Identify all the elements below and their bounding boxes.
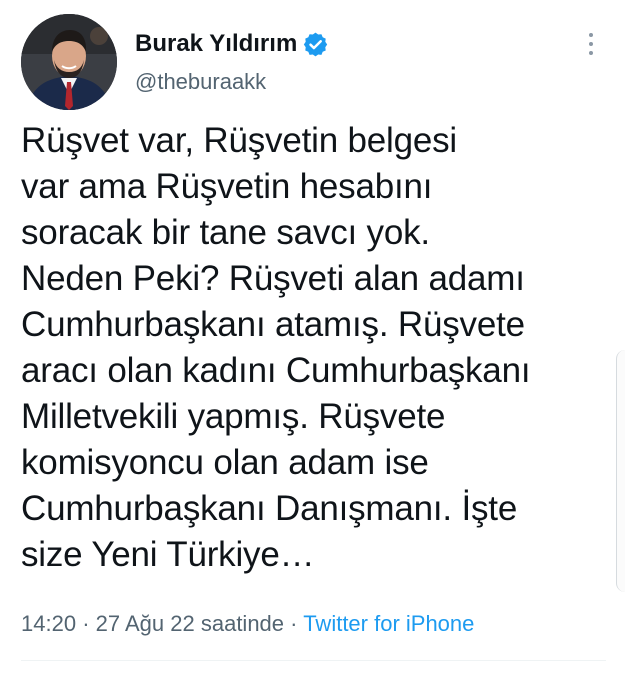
more-vertical-icon	[589, 33, 593, 37]
avatar[interactable]	[21, 14, 117, 110]
author-name-row: Burak Yıldırım	[135, 30, 328, 58]
tweet-metadata: 14:20 · 27 Ağu 22 saatinde · Twitter for…	[21, 610, 474, 638]
divider	[21, 660, 606, 661]
author-handle[interactable]: @theburaakk	[135, 69, 266, 95]
tweet-date[interactable]: 27 Ağu 22 saatinde	[96, 611, 284, 636]
meta-separator: ·	[82, 611, 96, 636]
tweet-text-line: Cumhurbaşkanı Danışmanı. İşte	[21, 489, 518, 528]
tweet-text-line: Rüşvet var, Rüşvetin belgesi	[21, 121, 458, 160]
more-vertical-icon-dot	[589, 42, 593, 46]
tweet-text-line: size Yeni Türkiye…	[21, 535, 315, 574]
more-vertical-icon-dot	[589, 51, 593, 55]
tweet-text: Rüşvet var, Rüşvetin belgesi var ama Rüş…	[21, 118, 611, 578]
tweet-text-line: aracı olan kadını Cumhurbaşkanı	[21, 351, 531, 390]
scrollbar[interactable]	[616, 350, 625, 592]
profile-photo-icon	[21, 14, 117, 110]
tweet-text-line: komisyoncu olan adam ise	[21, 443, 429, 482]
tweet-text-line: soracak bir tane savcı yok.	[21, 213, 430, 252]
verified-badge-icon	[303, 32, 328, 57]
meta-separator: ·	[290, 611, 304, 636]
more-options-button[interactable]	[579, 28, 603, 60]
tweet-text-line: var ama Rüşvetin hesabını	[21, 167, 433, 206]
tweet-time[interactable]: 14:20	[21, 611, 76, 636]
tweet-text-line: Cumhurbaşkanı atamış. Rüşvete	[21, 305, 525, 344]
author-name[interactable]: Burak Yıldırım	[135, 30, 297, 58]
tweet-text-line: Neden Peki? Rüşveti alan adamı	[21, 259, 525, 298]
tweet-text-line: Milletvekili yapmış. Rüşvete	[21, 397, 446, 436]
tweet-card: Burak Yıldırım @theburaakk Rüşvet var, R…	[0, 0, 625, 680]
tweet-source-link[interactable]: Twitter for iPhone	[303, 611, 474, 636]
